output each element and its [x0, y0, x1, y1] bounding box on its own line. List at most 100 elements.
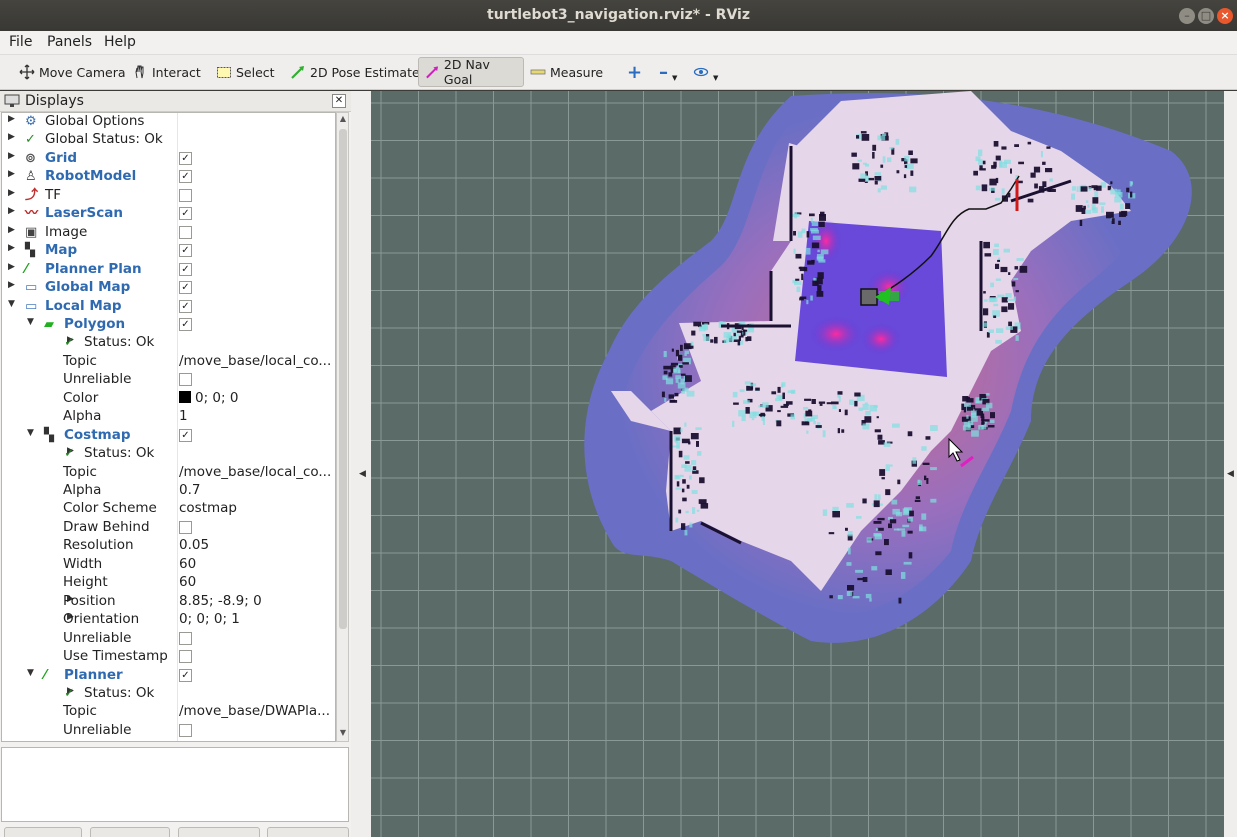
maximize-button[interactable]: □: [1198, 8, 1214, 24]
tree-row[interactable]: Draw Behind: [2, 519, 335, 538]
tree-row[interactable]: ▶ 〰 LaserScan ✓: [2, 205, 335, 224]
enable-checkbox[interactable]: [179, 520, 192, 534]
rename-display-button[interactable]: [267, 827, 349, 837]
measure-button[interactable]: Measure: [523, 57, 610, 87]
tree-row[interactable]: ▶ ✓ Status: Ok: [2, 445, 335, 464]
tree-row[interactable]: ▶ ▚ Map ✓: [2, 242, 335, 261]
property-value[interactable]: /move_base/local_co...: [179, 353, 331, 369]
tree-row[interactable]: ▶ Position 8.85; -8.9; 0: [2, 593, 335, 612]
enable-checkbox[interactable]: ✓: [179, 244, 192, 258]
property-value[interactable]: 0.05: [179, 537, 209, 553]
menu-panels[interactable]: Panels: [47, 34, 92, 50]
collapse-left-icon[interactable]: ◀: [359, 469, 366, 479]
scroll-up-icon[interactable]: ▲: [338, 114, 348, 126]
render-viewport[interactable]: [371, 91, 1224, 837]
chevron-down-icon[interactable]: ▼: [27, 317, 37, 327]
property-value[interactable]: /move_base/DWAPla...: [179, 703, 330, 719]
tree-row[interactable]: Unreliable: [2, 630, 335, 649]
enable-checkbox[interactable]: ✓: [179, 428, 192, 442]
tree-row[interactable]: Topic/move_base/local_co...: [2, 464, 335, 483]
tree-row[interactable]: ▼ ▰ Polygon ✓: [2, 316, 335, 335]
chevron-right-icon[interactable]: ▶: [8, 262, 18, 272]
duplicate-display-button[interactable]: [90, 827, 170, 837]
enable-checkbox[interactable]: ✓: [179, 668, 192, 682]
panel-splitter[interactable]: ◀: [351, 91, 371, 837]
chevron-down-icon[interactable]: ▼: [8, 299, 18, 309]
enable-checkbox[interactable]: [179, 650, 192, 664]
tree-row[interactable]: ▶ ▣ Image: [2, 224, 335, 243]
tree-row[interactable]: ▼ ▚ Costmap ✓: [2, 427, 335, 446]
chevron-right-icon[interactable]: ▶: [8, 169, 18, 179]
tree-row[interactable]: Unreliable: [2, 722, 335, 741]
enable-checkbox[interactable]: ✓: [179, 262, 192, 276]
chevron-right-icon[interactable]: ▶: [8, 225, 18, 235]
remove-display-button[interactable]: [178, 827, 260, 837]
view-options-button[interactable]: ▼: [686, 57, 725, 87]
chevron-right-icon[interactable]: ▶: [8, 280, 18, 290]
property-value[interactable]: 0; 0; 0; 1: [179, 611, 240, 627]
tree-row[interactable]: Height 60: [2, 574, 335, 593]
enable-checkbox[interactable]: [179, 631, 192, 645]
property-value[interactable]: 0; 0; 0: [179, 390, 238, 406]
enable-checkbox[interactable]: ✓: [179, 281, 192, 295]
add-tool-button[interactable]: +: [620, 57, 649, 87]
tree-row[interactable]: Resolution 0.05: [2, 537, 335, 556]
tree-row[interactable]: Color Scheme costmap: [2, 500, 335, 519]
close-button[interactable]: ×: [1217, 8, 1233, 24]
tree-row[interactable]: Alpha 0.7: [2, 482, 335, 501]
interact-button[interactable]: Interact: [125, 57, 208, 87]
tree-row[interactable]: Alpha 1: [2, 408, 335, 427]
tree-row[interactable]: Topic/move_base/local_co...: [2, 353, 335, 372]
property-value[interactable]: 1: [179, 408, 188, 424]
property-value[interactable]: 60: [179, 556, 196, 572]
tree-row[interactable]: ▼ ⁄ Planner ✓: [2, 667, 335, 686]
color-swatch[interactable]: [179, 390, 191, 403]
collapse-right-icon[interactable]: ◀: [1227, 469, 1234, 479]
tree-row[interactable]: ▶ ⊚ Grid ✓: [2, 150, 335, 169]
property-value[interactable]: 8.85; -8.9; 0: [179, 593, 262, 609]
enable-checkbox[interactable]: ✓: [179, 317, 192, 331]
chevron-right-icon[interactable]: ▶: [8, 243, 18, 253]
enable-checkbox[interactable]: ✓: [179, 170, 192, 184]
minimize-button[interactable]: –: [1179, 8, 1195, 24]
tree-row[interactable]: ▶ ✓ Status: Ok: [2, 685, 335, 704]
tree-row[interactable]: ▶ ⤴ TF: [2, 187, 335, 206]
tree-row[interactable]: Unreliable: [2, 371, 335, 390]
tree-row[interactable]: Use Timestamp: [2, 648, 335, 667]
tree-row[interactable]: ▶ ✓ Status: Ok: [2, 334, 335, 353]
map-scene[interactable]: [371, 91, 1224, 837]
select-button[interactable]: Select: [209, 57, 282, 87]
tree-row[interactable]: ▶ ⚙ Global Options: [2, 113, 335, 132]
tree-row[interactable]: ▶ ♙ RobotModel ✓: [2, 168, 335, 187]
tree-row[interactable]: ▶ ✓ Global Status: Ok: [2, 131, 335, 150]
enable-checkbox[interactable]: ✓: [179, 151, 192, 165]
enable-checkbox[interactable]: ✓: [179, 207, 192, 221]
enable-checkbox[interactable]: [179, 373, 192, 387]
chevron-right-icon[interactable]: ▶: [8, 151, 18, 161]
scroll-down-icon[interactable]: ▼: [338, 728, 348, 740]
tree-row[interactable]: Color 0; 0; 0: [2, 390, 335, 409]
property-value[interactable]: 60: [179, 574, 196, 590]
add-display-button[interactable]: [4, 827, 82, 837]
right-splitter[interactable]: ◀: [1224, 91, 1237, 837]
chevron-right-icon[interactable]: ▶: [8, 206, 18, 216]
tree-scrollbar[interactable]: ▲ ▼: [336, 112, 349, 742]
property-value[interactable]: 0.7: [179, 482, 200, 498]
move-camera-button[interactable]: Move Camera: [12, 57, 133, 87]
tree-row[interactable]: ▼ ▭ Local Map ✓: [2, 298, 335, 317]
nav-goal-button[interactable]: 2D Nav Goal: [418, 57, 524, 87]
tree-row[interactable]: Topic/move_base/DWAPla...: [2, 703, 335, 722]
chevron-right-icon[interactable]: ▶: [8, 114, 18, 124]
enable-checkbox[interactable]: ✓: [179, 299, 192, 313]
menu-file[interactable]: File: [9, 34, 32, 50]
property-value[interactable]: /move_base/local_co...: [179, 464, 331, 480]
property-value[interactable]: costmap: [179, 500, 237, 516]
chevron-down-icon[interactable]: ▼: [27, 668, 37, 678]
enable-checkbox[interactable]: [179, 188, 192, 202]
remove-tool-button[interactable]: – ▼: [652, 57, 684, 87]
menu-help[interactable]: Help: [104, 34, 136, 50]
chevron-right-icon[interactable]: ▶: [8, 132, 18, 142]
tree-row[interactable]: Width 60: [2, 556, 335, 575]
scroll-thumb[interactable]: [339, 129, 347, 629]
chevron-down-icon[interactable]: ▼: [27, 428, 37, 438]
